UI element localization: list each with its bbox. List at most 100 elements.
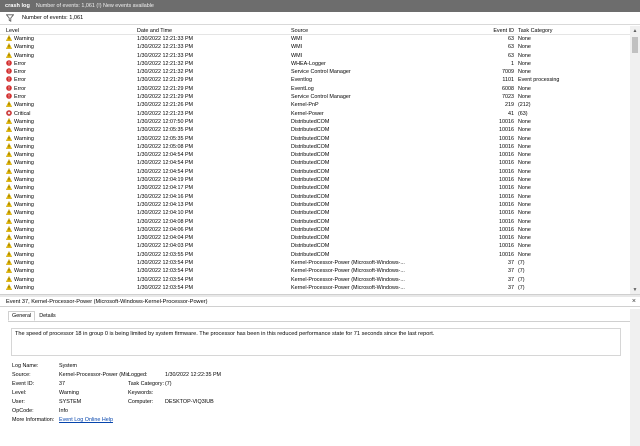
scroll-down-icon[interactable]: ▼ xyxy=(630,285,640,294)
cell-task-category: (7) xyxy=(518,284,525,291)
cell-date: 1/30/2022 12:21:26 PM xyxy=(137,102,194,109)
cell-event-id: 63 xyxy=(508,44,514,51)
table-row[interactable]: Warning 1/30/2022 12:21:33 PM WMI 63 None xyxy=(0,43,630,51)
table-row[interactable]: Error 1/30/2022 12:21:32 PM Service Contro… xyxy=(0,68,630,76)
close-icon[interactable]: × xyxy=(632,298,636,305)
table-scrollbar[interactable]: ▲ ▼ xyxy=(630,26,640,294)
cell-level-text: Warning xyxy=(14,260,34,267)
warning-icon xyxy=(6,126,13,133)
cell-event-id: 1101 xyxy=(502,77,514,84)
cell-source: DistributedCOM xyxy=(291,127,330,134)
warning-icon xyxy=(6,159,13,166)
cell-task-category: None xyxy=(518,235,531,242)
cell-level-text: Warning xyxy=(14,243,34,250)
label-event-id: Event ID: xyxy=(12,381,35,387)
cell-event-id: 10016 xyxy=(499,201,514,208)
detail-title: Event 37, Kernel-Processor-Power (Micros… xyxy=(6,298,208,305)
cell-task-category: (212) xyxy=(518,102,531,109)
cell-event-id: 10016 xyxy=(499,177,514,184)
table-row[interactable]: Error 1/30/2022 12:21:32 PM WHEA-Logger 1 No… xyxy=(0,60,630,68)
cell-level: Warning xyxy=(6,176,131,184)
table-row[interactable]: Warning 1/30/2022 12:04:04 PM DistributedC… xyxy=(0,234,630,242)
error-icon xyxy=(6,60,12,66)
warning-icon xyxy=(6,35,13,41)
column-header-date[interactable]: Date and Time xyxy=(137,28,287,34)
value-log-name: System xyxy=(59,363,77,369)
table-row[interactable]: Warning 1/30/2022 12:04:10 PM DistributedC… xyxy=(0,209,630,217)
table-row[interactable]: Warning 1/30/2022 12:21:26 PM Kernel-PnP 21… xyxy=(0,101,630,109)
detail-scrollbar[interactable] xyxy=(630,309,640,446)
cell-task-category: None xyxy=(518,160,531,167)
column-header-source[interactable]: Source xyxy=(291,28,411,34)
cell-level: Warning xyxy=(6,250,131,259)
tab-details[interactable]: Details xyxy=(35,311,59,321)
table-row[interactable]: Warning 1/30/2022 12:03:55 PM DistributedC… xyxy=(0,250,630,259)
event-log-help-link[interactable]: Event Log Online Help xyxy=(59,417,113,423)
table-row[interactable]: Warning 1/30/2022 12:03:54 PM Kernel-Proce… xyxy=(0,259,630,267)
cell-level-text: Warning xyxy=(14,168,34,175)
table-row[interactable]: Warning 1/30/2022 12:07:50 PM DistributedC… xyxy=(0,117,630,126)
warning-icon xyxy=(6,167,13,174)
cell-level-text: Warning xyxy=(14,210,34,217)
cell-date: 1/30/2022 12:04:54 PM xyxy=(137,152,194,159)
cell-source: DistributedCOM xyxy=(291,185,330,192)
error-icon xyxy=(6,68,12,74)
table-row[interactable]: Warning 1/30/2022 12:05:08 PM DistributedC… xyxy=(0,142,630,151)
column-header-task-category[interactable]: Task Category xyxy=(518,28,628,34)
table-row[interactable]: Warning 1/30/2022 12:04:13 PM DistributedC… xyxy=(0,200,630,209)
warning-icon xyxy=(6,151,13,158)
cell-task-category: None xyxy=(518,226,531,233)
event-count-notice[interactable]: Number of events: 1,061 (!) New events a… xyxy=(36,3,154,9)
table-row[interactable]: Warning 1/30/2022 12:05:35 PM DistributedC… xyxy=(0,134,630,143)
table-body: Warning 1/30/2022 12:21:33 PM WMI 63 None War… xyxy=(0,35,630,292)
cell-date: 1/30/2022 12:04:10 PM xyxy=(137,210,194,217)
cell-level: Warning xyxy=(6,151,131,159)
table-row[interactable]: Warning 1/30/2022 12:04:54 PM DistributedC… xyxy=(0,159,630,167)
table-row[interactable]: Warning 1/30/2022 12:04:03 PM DistributedC… xyxy=(0,242,630,250)
table-row[interactable]: Warning 1/30/2022 12:04:06 PM DistributedC… xyxy=(0,225,630,234)
cell-level: Warning xyxy=(6,126,131,134)
cell-date: 1/30/2022 12:21:29 PM xyxy=(137,77,194,84)
column-header-level[interactable]: Level xyxy=(6,28,131,34)
cell-level: Warning xyxy=(6,234,131,242)
cell-level: Warning xyxy=(6,159,131,167)
detail-header: Event 37, Kernel-Processor-Power (Micros… xyxy=(0,297,640,307)
scroll-up-icon[interactable]: ▲ xyxy=(630,26,640,35)
cell-level-text: Warning xyxy=(14,127,34,134)
table-row[interactable]: Warning 1/30/2022 12:05:35 PM DistributedC… xyxy=(0,126,630,134)
table-row[interactable]: Error 1/30/2022 12:21:29 PM EventLog 6008 No… xyxy=(0,84,630,93)
cell-source: DistributedCOM xyxy=(291,201,330,208)
table-row[interactable]: Warning 1/30/2022 12:03:54 PM Kernel-Proce… xyxy=(0,283,630,292)
filter-icon[interactable] xyxy=(6,14,14,22)
cell-date: 1/30/2022 12:04:16 PM xyxy=(137,193,194,200)
table-row[interactable]: Warning 1/30/2022 12:21:33 PM WMI 63 None xyxy=(0,51,630,60)
table-row[interactable]: Warning 1/30/2022 12:03:54 PM Kernel-Proce… xyxy=(0,275,630,284)
cell-task-category: None xyxy=(518,193,531,200)
table-row[interactable]: Warning 1/30/2022 12:04:08 PM DistributedC… xyxy=(0,217,630,226)
table-row[interactable]: Warning 1/30/2022 12:04:17 PM DistributedC… xyxy=(0,184,630,192)
tab-general[interactable]: General xyxy=(8,311,36,321)
cell-source: Kernel-PnP xyxy=(291,102,319,109)
cell-level: Error xyxy=(6,76,131,84)
cell-event-id: 37 xyxy=(508,260,514,267)
table-row[interactable]: Error 1/30/2022 12:21:29 PM Eventlog 1101 Ev… xyxy=(0,76,630,84)
scrollbar-thumb[interactable] xyxy=(632,37,638,53)
cell-level-text: Warning xyxy=(14,177,34,184)
table-row[interactable]: Warning 1/30/2022 12:04:54 PM DistributedC… xyxy=(0,167,630,176)
table-row[interactable]: Warning 1/30/2022 12:21:33 PM WMI 63 None xyxy=(0,35,630,43)
cell-date: 1/30/2022 12:04:54 PM xyxy=(137,168,194,175)
table-row[interactable]: Warning 1/30/2022 12:04:54 PM DistributedC… xyxy=(0,151,630,159)
cell-event-id: 41 xyxy=(508,110,514,117)
table-row[interactable]: Critical 1/30/2022 12:21:23 PM Kernel-Powe… xyxy=(0,109,630,118)
table-row[interactable]: Warning 1/30/2022 12:04:19 PM DistributedC… xyxy=(0,176,630,184)
cell-level-text: Critical xyxy=(14,110,31,117)
error-icon xyxy=(6,93,12,99)
cell-level: Warning xyxy=(6,101,131,109)
cell-task-category: Event processing xyxy=(518,77,560,84)
table-row[interactable]: Error 1/30/2022 12:21:29 PM Service Contro… xyxy=(0,93,630,101)
cell-level: Warning xyxy=(6,192,131,201)
table-row[interactable]: Warning 1/30/2022 12:04:16 PM DistributedC… xyxy=(0,192,630,201)
column-header-event-id[interactable]: Event ID xyxy=(470,28,514,34)
table-row[interactable]: Warning 1/30/2022 12:03:54 PM Kernel-Proce… xyxy=(0,267,630,275)
cell-level: Error xyxy=(6,68,131,76)
